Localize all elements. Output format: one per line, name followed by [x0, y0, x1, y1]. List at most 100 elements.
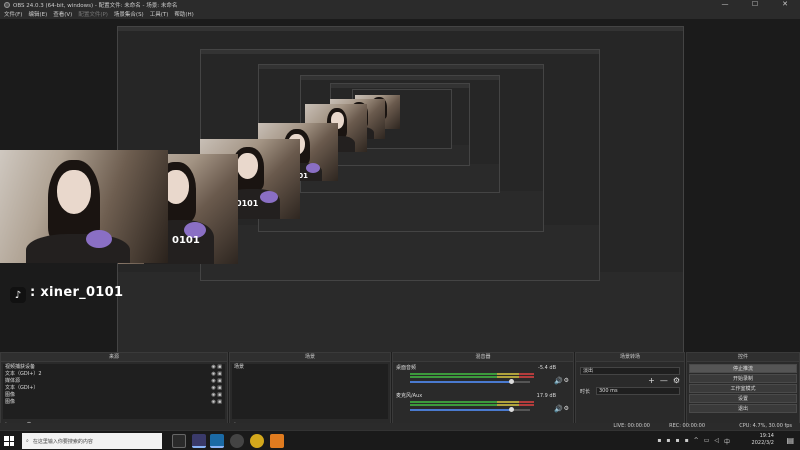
menu-help[interactable]: 帮助(H): [174, 10, 193, 18]
taskbar-search[interactable]: ⌕ 在这里输入你要搜索的内容: [22, 433, 162, 449]
volume-slider-knob[interactable]: [508, 407, 514, 412]
nested-label-2: 0101: [236, 199, 259, 208]
volume-meter: [410, 401, 534, 403]
close-button[interactable]: ✕: [770, 0, 800, 9]
taskbar-clock[interactable]: 19:14 2022/3/2: [752, 433, 774, 447]
eye-lock-icon[interactable]: ◉ ▣: [211, 378, 225, 385]
network-icon[interactable]: ▭: [704, 437, 710, 446]
source-item[interactable]: 图像 ◉ ▣: [3, 392, 225, 399]
scenes-title: 场景: [230, 353, 390, 362]
app-icon-1[interactable]: [192, 434, 206, 448]
eye-lock-icon[interactable]: ◉ ▣: [211, 364, 225, 371]
remove-transition-button[interactable]: —: [660, 376, 668, 385]
eye-lock-icon[interactable]: ◉ ▣: [211, 371, 225, 378]
stop-streaming-button[interactable]: 停止推流: [689, 364, 797, 373]
nested-label-1: 0101: [172, 235, 200, 246]
tray-icon[interactable]: ▪: [676, 437, 680, 446]
settings-button[interactable]: 设置: [689, 394, 797, 403]
clock-date: 2022/3/2: [751, 440, 774, 446]
app-icon-2[interactable]: [270, 434, 284, 448]
transitions-dock: 场景转场 淡出 + — ⚙ 时长 300 ms: [575, 352, 685, 432]
exit-button[interactable]: 退出: [689, 404, 797, 413]
source-item[interactable]: 文本（GDI+） ◉ ▣: [3, 385, 225, 392]
window-title: OBS 24.0.3 (64-bit, windows) - 配置文件: 未命名…: [13, 2, 178, 9]
source-item[interactable]: 图像 ◉ ▣: [3, 399, 225, 406]
controls-dock: 控件 停止推流 开始录制 工作室模式 设置 退出: [686, 352, 800, 432]
system-tray: ▪ ▪ ▪ ▪ ^ ▭ ◁ 中: [657, 437, 730, 446]
mixer-title: 混音器: [393, 353, 573, 362]
tray-icon[interactable]: ^: [694, 437, 699, 446]
mixer-channel-mic: 麦克风/Aux 17.9 dB 🔊 ⚙: [396, 393, 570, 417]
obs-icon: [4, 1, 10, 8]
mixer-dock: 混音器 桌面音频 -5.4 dB 🔊 ⚙ 麦克风/Aux 17.9 dB 🔊 ⚙: [392, 352, 574, 432]
menu-tools[interactable]: 工具(T): [150, 10, 169, 18]
gear-icon[interactable]: ⚙: [673, 376, 680, 385]
live-status: LIVE: 00:00:00: [613, 423, 650, 429]
taskview-icon[interactable]: [172, 434, 186, 448]
controls-title: 控件: [687, 353, 799, 362]
volume-icon[interactable]: ◁: [714, 437, 719, 446]
start-recording-button[interactable]: 开始录制: [689, 374, 797, 383]
window-controls: — ☐ ✕: [710, 0, 800, 9]
eye-lock-icon[interactable]: ◉ ▣: [211, 385, 225, 392]
chrome-icon[interactable]: [250, 434, 264, 448]
sources-dock: 来源 视频捕获设备 ◉ ▣ 文本（GDI+）2 ◉ ▣ 媒体源 ◉ ▣ 文本（GDI+…: [0, 352, 228, 432]
tiktok-username: : xiner_0101: [30, 285, 124, 300]
search-placeholder: 在这里输入你要搜索的内容: [32, 438, 93, 445]
speaker-icon[interactable]: 🔊: [554, 377, 563, 385]
eye-lock-icon[interactable]: ◉ ▣: [211, 392, 225, 399]
preview-canvas[interactable]: _0101 0101 0101 ♪ : xiner_0101: [0, 19, 800, 352]
dock-area: 来源 视频捕获设备 ◉ ▣ 文本（GDI+）2 ◉ ▣ 媒体源 ◉ ▣ 文本（GDI+…: [0, 352, 800, 432]
notification-icon[interactable]: ▤: [786, 436, 794, 445]
duration-input[interactable]: 300 ms: [596, 387, 680, 395]
obs-taskbar-icon[interactable]: [230, 434, 244, 448]
menu-profile[interactable]: 配置文件(P): [78, 10, 108, 18]
tray-icon[interactable]: ▪: [657, 437, 661, 446]
status-bar: LIVE: 00:00:00 REC: 00:00:00 CPU: 4.7%, …: [0, 423, 800, 430]
menu-view[interactable]: 查看(V): [53, 10, 72, 18]
sources-title: 来源: [1, 353, 227, 362]
rec-status: REC: 00:00:00: [669, 423, 705, 429]
source-item[interactable]: 媒体源 ◉ ▣: [3, 378, 225, 385]
eye-lock-icon[interactable]: ◉ ▣: [211, 399, 225, 406]
scene-item[interactable]: 场景: [232, 364, 388, 371]
add-transition-button[interactable]: +: [648, 376, 655, 385]
maximize-button[interactable]: ☐: [740, 0, 770, 9]
channel-db: 17.9 dB: [536, 393, 556, 399]
transitions-title: 场景转场: [576, 353, 684, 362]
volume-meter: [410, 404, 534, 406]
menu-edit[interactable]: 编辑(E): [28, 10, 47, 18]
windows-start-icon[interactable]: [4, 436, 14, 446]
sources-list: 视频捕获设备 ◉ ▣ 文本（GDI+）2 ◉ ▣ 媒体源 ◉ ▣ 文本（GDI+） ◉ …: [3, 364, 225, 419]
clock-time: 19:14: [759, 433, 774, 439]
menu-file[interactable]: 文件(F): [4, 10, 22, 18]
mixer-channel-desktop: 桌面音频 -5.4 dB 🔊 ⚙: [396, 365, 570, 389]
source-item[interactable]: 视频捕获设备 ◉ ▣: [3, 364, 225, 371]
channel-db: -5.4 dB: [538, 365, 556, 371]
volume-slider-knob[interactable]: [508, 379, 514, 384]
steam-icon[interactable]: [210, 434, 224, 448]
minimize-button[interactable]: —: [710, 0, 740, 9]
scenes-list: 场景: [232, 364, 388, 419]
gear-icon[interactable]: ⚙: [564, 377, 569, 384]
studio-mode-button[interactable]: 工作室模式: [689, 384, 797, 393]
gear-icon[interactable]: ⚙: [564, 405, 569, 412]
tray-icon[interactable]: ▪: [666, 437, 670, 446]
scenes-dock: 场景 场景 + — ∧ ∨: [229, 352, 391, 432]
speaker-icon[interactable]: 🔊: [554, 405, 563, 413]
ime-icon[interactable]: 中: [724, 437, 730, 446]
windows-taskbar: ⌕ 在这里输入你要搜索的内容 ▪ ▪ ▪ ▪ ^ ▭ ◁ 中 19:14 202…: [0, 430, 800, 450]
tray-icon[interactable]: ▪: [685, 437, 689, 446]
source-item[interactable]: 文本（GDI+）2 ◉ ▣: [3, 371, 225, 378]
search-icon: ⌕: [26, 438, 29, 444]
tiktok-icon: ♪: [10, 287, 26, 303]
transition-select[interactable]: 淡出: [580, 367, 680, 375]
menu-bar: 文件(F) 编辑(E) 查看(V) 配置文件(P) 场景集合(S) 工具(T) …: [0, 9, 800, 19]
volume-meter: [410, 376, 534, 378]
transition-tools: + — ⚙: [648, 376, 680, 385]
menu-scene-collection[interactable]: 场景集合(S): [114, 10, 144, 18]
cpu-status: CPU: 4.7%, 30.00 fps: [739, 423, 792, 429]
main-camera-feed: [0, 150, 168, 263]
duration-label: 时长: [580, 389, 591, 395]
volume-meter: [410, 373, 534, 375]
